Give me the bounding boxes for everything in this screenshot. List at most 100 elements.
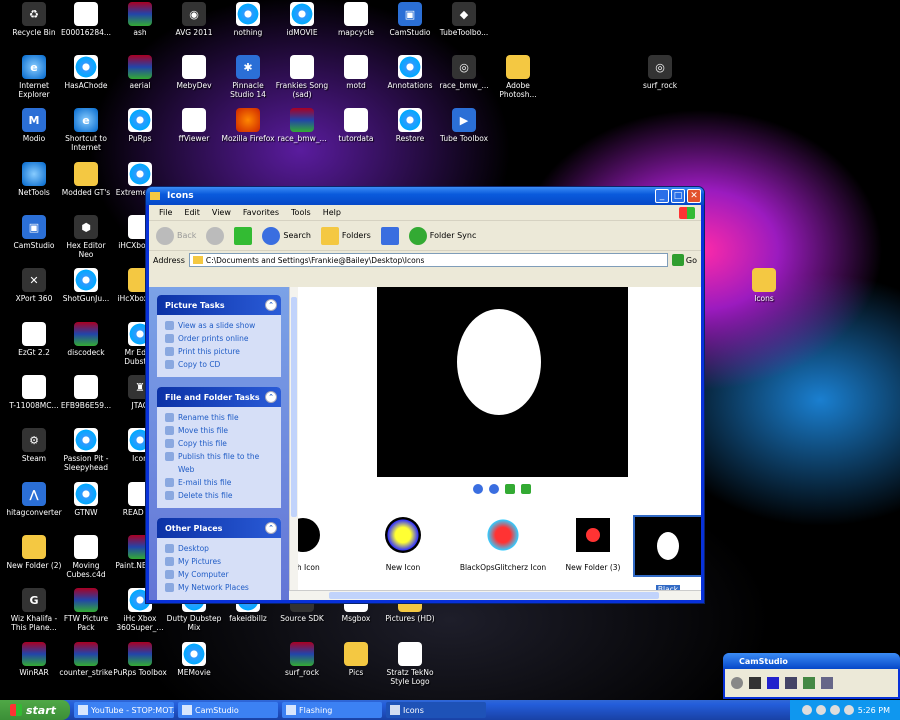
desktop-icon[interactable]: surf_rock <box>274 642 330 677</box>
pause-icon[interactable] <box>749 677 761 689</box>
rotate-counterclockwise-button[interactable] <box>521 484 531 494</box>
tray-icon[interactable] <box>829 705 840 715</box>
chevron-up-icon[interactable]: ⌃ <box>265 299 277 311</box>
desktop-icon[interactable]: idMOVIE <box>274 2 330 37</box>
desktop-icon[interactable]: ▤ MebyDev <box>166 55 222 90</box>
desktop-icon[interactable]: ⬢ Hex Editor Neo <box>58 215 114 259</box>
menu-file[interactable]: File <box>153 208 178 217</box>
task-pane-scrollbar[interactable] <box>289 287 298 600</box>
desktop-icon[interactable]: Modded GT's <box>58 162 114 197</box>
views-button[interactable] <box>378 225 402 247</box>
folder-sync-button[interactable]: Folder Sync <box>406 225 480 247</box>
task-link[interactable]: Move this file <box>165 424 275 437</box>
back-button[interactable]: Back <box>153 225 199 247</box>
filmstrip-thumbnail[interactable]: Black <box>633 515 701 594</box>
scrollbar-thumb[interactable] <box>329 592 659 599</box>
desktop-icon[interactable]: ≡ motd <box>328 55 384 90</box>
forward-button[interactable] <box>203 225 227 247</box>
desktop-icon[interactable]: ▤ EFB9B6E59... <box>58 375 114 410</box>
menu-favorites[interactable]: Favorites <box>237 208 285 217</box>
task-link[interactable]: View as a slide show <box>165 319 275 332</box>
desktop-icon[interactable]: e Shortcut to Internet <box>58 108 114 152</box>
filmstrip-thumbnail[interactable]: New Folder (3) <box>558 515 628 572</box>
camstudio-titlebar[interactable]: CamStudio <box>723 653 900 669</box>
filmstrip-thumbnail[interactable]: arth Icon <box>298 515 338 572</box>
record-icon[interactable] <box>731 677 743 689</box>
desktop-icon[interactable]: HasAChode <box>58 55 114 90</box>
desktop-icon[interactable]: ▤ EzGt 2.2 <box>6 322 62 357</box>
maximize-button[interactable]: □ <box>671 189 685 203</box>
search-button[interactable]: Search <box>259 225 313 247</box>
scrollbar-thumb[interactable] <box>291 297 297 517</box>
desktop-icon[interactable]: aerial <box>112 55 168 90</box>
desktop-icon[interactable]: ▤ E00016284... <box>58 2 114 37</box>
desktop-icon[interactable]: Passion Pit - Sleepyhead <box>58 428 114 472</box>
taskbar-button[interactable]: Flashing <box>282 702 382 718</box>
filmstrip-thumbnail[interactable]: BlackOpsGlitcherz Icon <box>458 515 548 572</box>
desktop-icon[interactable]: MEMovie <box>166 642 222 677</box>
task-link[interactable]: Publish this file to the Web <box>165 450 275 476</box>
menu-help[interactable]: Help <box>317 208 347 217</box>
desktop-icon[interactable]: ⚙ Steam <box>6 428 62 463</box>
taskbar-button[interactable]: YouTube - STOP:MOT... <box>74 702 174 718</box>
desktop-icon[interactable]: GTNW <box>58 482 114 517</box>
chevron-up-icon[interactable]: ⌃ <box>265 391 277 403</box>
desktop-icon[interactable]: PuRps Toolbox <box>112 642 168 677</box>
desktop-icon[interactable]: ⋀ hitagconverter <box>6 482 62 517</box>
desktop-icon[interactable]: NetTools <box>6 162 62 197</box>
menu-view[interactable]: View <box>206 208 237 217</box>
desktop-icon[interactable]: Icons <box>736 268 792 303</box>
desktop-icon[interactable]: PuRps <box>112 108 168 143</box>
folders-button[interactable]: Folders <box>318 225 374 247</box>
desktop-icon[interactable]: Adobe Photosh... <box>490 55 546 99</box>
desktop-icon[interactable]: New Folder (2) <box>6 535 62 570</box>
task-link[interactable]: My Network Places <box>165 581 275 594</box>
desktop-icon[interactable]: G Wiz Khalifa - This Plane... <box>6 588 62 632</box>
desktop-icon[interactable]: ≡ tutordata <box>328 108 384 143</box>
desktop-icon[interactable]: nothing <box>220 2 276 37</box>
region-icon[interactable] <box>785 677 797 689</box>
close-button[interactable]: ✕ <box>687 189 701 203</box>
address-input[interactable]: C:\Documents and Settings\Frankie@Bailey… <box>188 253 668 267</box>
previous-image-button[interactable] <box>473 484 483 494</box>
task-link[interactable]: Copy this file <box>165 437 275 450</box>
desktop-icon[interactable]: ◎ surf_rock <box>632 55 688 90</box>
desktop-icon[interactable]: FTW Picture Pack <box>58 588 114 632</box>
minimize-button[interactable]: _ <box>655 189 669 203</box>
settings-icon[interactable] <box>821 677 833 689</box>
task-panel-header[interactable]: Picture Tasks ⌃ <box>157 295 281 315</box>
desktop-icon[interactable]: ◎ race_bmw_... <box>436 55 492 90</box>
tray-icon[interactable] <box>815 705 826 715</box>
task-link[interactable]: My Pictures <box>165 555 275 568</box>
desktop-icon[interactable]: WinRAR <box>6 642 62 677</box>
desktop-icon[interactable]: ✱ Pinnacle Studio 14 <box>220 55 276 99</box>
filmstrip-scrollbar[interactable] <box>289 590 701 600</box>
stop-icon[interactable] <box>767 677 779 689</box>
menu-tools[interactable]: Tools <box>285 208 317 217</box>
desktop-icon[interactable]: Restore <box>382 108 438 143</box>
desktop-icon[interactable]: ▤ T-11008MC... <box>6 375 62 410</box>
taskbar-button[interactable]: CamStudio <box>178 702 278 718</box>
window-titlebar[interactable]: Icons _ □ ✕ <box>146 187 704 205</box>
desktop-icon[interactable]: ▣ CamStudio <box>6 215 62 250</box>
desktop-icon[interactable]: Annotations <box>382 55 438 90</box>
desktop-icon[interactable]: ≡ mapcycle <box>328 2 384 37</box>
rotate-clockwise-button[interactable] <box>505 484 515 494</box>
desktop-icon[interactable]: ash <box>112 2 168 37</box>
task-link[interactable]: Delete this file <box>165 489 275 502</box>
task-panel-header[interactable]: Other Places ⌃ <box>157 518 281 538</box>
next-image-button[interactable] <box>489 484 499 494</box>
menu-edit[interactable]: Edit <box>178 208 206 217</box>
desktop-icon[interactable]: ▶ Tube Toolbox <box>436 108 492 143</box>
task-link[interactable]: My Computer <box>165 568 275 581</box>
task-link[interactable]: E-mail this file <box>165 476 275 489</box>
desktop-icon[interactable]: ShotGunJu... <box>58 268 114 303</box>
up-button[interactable] <box>231 225 255 247</box>
desktop-icon[interactable]: ▣ CamStudio <box>382 2 438 37</box>
volume-icon[interactable] <box>843 705 854 715</box>
desktop-icon[interactable]: counter_strike <box>58 642 114 677</box>
desktop-icon[interactable]: M Modio <box>6 108 62 143</box>
task-link[interactable]: Print this picture <box>165 345 275 358</box>
chevron-up-icon[interactable]: ⌃ <box>265 522 277 534</box>
task-link[interactable]: Order prints online <box>165 332 275 345</box>
